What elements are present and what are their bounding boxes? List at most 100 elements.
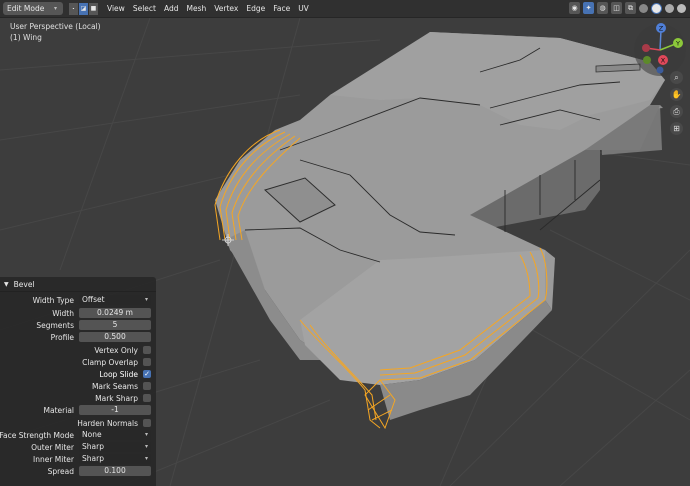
mark-seams-row: Mark Seams bbox=[0, 381, 156, 392]
spread-label: Spread bbox=[47, 467, 74, 476]
face-strength-mode-dropdown[interactable]: None ▾ bbox=[79, 430, 151, 440]
mark-sharp-checkbox[interactable] bbox=[143, 394, 151, 402]
collapse-arrow-icon: ▼ bbox=[4, 280, 9, 288]
menu-view[interactable]: View bbox=[103, 4, 129, 13]
camera-icon: ⎙ bbox=[673, 106, 680, 116]
header-menu: View Select Add Mesh Vertex Edge Face UV bbox=[103, 4, 313, 13]
vertex-only-checkbox[interactable] bbox=[143, 346, 151, 354]
profile-field[interactable]: 0.500 bbox=[79, 332, 151, 342]
face-select-icon[interactable]: ■ bbox=[89, 2, 98, 15]
menu-vertex[interactable]: Vertex bbox=[210, 4, 242, 13]
mesh-wing bbox=[214, 32, 665, 430]
chevron-down-icon: ▾ bbox=[53, 5, 57, 12]
pan-view-button[interactable]: ✋ bbox=[670, 88, 683, 101]
chevron-down-icon: ▾ bbox=[144, 296, 148, 303]
menu-edge[interactable]: Edge bbox=[242, 4, 269, 13]
material-row: Material -1 bbox=[0, 405, 156, 416]
face-strength-mode-label: Face Strength Mode bbox=[0, 431, 74, 440]
harden-normals-row: Harden Normals bbox=[0, 418, 156, 429]
loop-slide-checkbox[interactable]: ✓ bbox=[143, 370, 151, 378]
svg-text:Z: Z bbox=[659, 25, 664, 33]
solid-shading-icon[interactable] bbox=[651, 2, 662, 14]
material-field[interactable]: -1 bbox=[79, 405, 151, 415]
loop-slide-row: Loop Slide ✓ bbox=[0, 369, 156, 380]
inner-miter-value: Sharp bbox=[82, 454, 104, 463]
width-type-dropdown[interactable]: Offset ▾ bbox=[79, 295, 151, 305]
header-right-tools: ◉ ✦ ◍ ◫ ⧉ bbox=[569, 2, 686, 14]
edge-select-icon[interactable]: ◪ bbox=[79, 2, 88, 15]
vertex-only-row: Vertex Only bbox=[0, 345, 156, 356]
clamp-overlap-row: Clamp Overlap bbox=[0, 357, 156, 368]
segments-field[interactable]: 5 bbox=[79, 320, 151, 330]
clamp-overlap-checkbox[interactable] bbox=[143, 358, 151, 366]
segments-label: Segments bbox=[36, 321, 74, 330]
visibility-icon[interactable]: ◉ bbox=[569, 2, 580, 14]
profile-label: Profile bbox=[50, 333, 74, 342]
svg-text:Y: Y bbox=[675, 40, 680, 48]
width-row: Width 0.0249 m bbox=[0, 308, 156, 319]
object-label: (1) Wing bbox=[10, 33, 42, 42]
spread-field[interactable]: 0.100 bbox=[79, 466, 151, 476]
width-type-value: Offset bbox=[82, 295, 105, 304]
material-shading-icon[interactable] bbox=[665, 3, 674, 13]
material-label: Material bbox=[43, 406, 74, 415]
menu-add[interactable]: Add bbox=[160, 4, 183, 13]
menu-mesh[interactable]: Mesh bbox=[182, 4, 210, 13]
chevron-down-icon: ▾ bbox=[144, 455, 148, 462]
menu-face[interactable]: Face bbox=[269, 4, 294, 13]
mark-seams-checkbox[interactable] bbox=[143, 382, 151, 390]
menu-select[interactable]: Select bbox=[129, 4, 160, 13]
clamp-overlap-label: Clamp Overlap bbox=[82, 358, 138, 367]
xray-toggle-icon[interactable]: ◫ bbox=[611, 2, 622, 14]
inner-miter-label: Inner Miter bbox=[33, 455, 74, 464]
gizmo-toggle-icon[interactable]: ✦ bbox=[583, 2, 594, 14]
inner-miter-dropdown[interactable]: Sharp ▾ bbox=[79, 454, 151, 464]
mark-sharp-label: Mark Sharp bbox=[95, 394, 138, 403]
viewport-header: Edit Mode ▾ ⬝ ◪ ■ View Select Add Mesh V… bbox=[0, 0, 690, 18]
bevel-panel-title: Bevel bbox=[13, 279, 35, 289]
outer-miter-dropdown[interactable]: Sharp ▾ bbox=[79, 442, 151, 452]
vertex-only-label: Vertex Only bbox=[94, 346, 138, 355]
harden-normals-checkbox[interactable] bbox=[143, 419, 151, 427]
chevron-down-icon: ▾ bbox=[144, 431, 148, 438]
width-label: Width bbox=[52, 309, 74, 318]
outer-miter-row: Outer Miter Sharp ▾ bbox=[0, 442, 156, 453]
viewport-info: User Perspective (Local) (1) Wing bbox=[10, 21, 101, 43]
harden-normals-label: Harden Normals bbox=[77, 419, 138, 428]
face-strength-mode-value: None bbox=[82, 430, 102, 439]
mode-selector[interactable]: Edit Mode ▾ bbox=[3, 2, 63, 15]
mode-label: Edit Mode bbox=[7, 4, 45, 13]
mesh-overlay-icon[interactable]: ⧉ bbox=[625, 2, 636, 14]
navigation-gizmo[interactable]: Z Y X bbox=[634, 23, 686, 76]
profile-row: Profile 0.500 bbox=[0, 332, 156, 343]
rendered-shading-icon[interactable] bbox=[677, 3, 686, 13]
face-strength-mode-row: Face Strength Mode None ▾ bbox=[0, 430, 156, 441]
perspective-toggle-button[interactable]: ⊞ bbox=[670, 122, 683, 135]
svg-text:X: X bbox=[661, 57, 666, 65]
bevel-operator-panel: ▼ Bevel Width Type Offset ▾ Width 0.0249… bbox=[0, 277, 156, 486]
mark-seams-label: Mark Seams bbox=[91, 382, 138, 391]
segments-row: Segments 5 bbox=[0, 320, 156, 331]
outer-miter-label: Outer Miter bbox=[31, 443, 74, 452]
menu-uv[interactable]: UV bbox=[294, 4, 313, 13]
chevron-down-icon: ▾ bbox=[144, 443, 148, 450]
overlay-toggle-icon[interactable]: ◍ bbox=[597, 2, 608, 14]
inner-miter-row: Inner Miter Sharp ▾ bbox=[0, 454, 156, 465]
width-type-row: Width Type Offset ▾ bbox=[0, 295, 156, 306]
outer-miter-value: Sharp bbox=[82, 442, 104, 451]
wireframe-shading-icon[interactable] bbox=[639, 3, 648, 13]
spread-row: Spread 0.100 bbox=[0, 466, 156, 477]
zoom-icon: ⌕ bbox=[674, 72, 679, 82]
hand-icon: ✋ bbox=[671, 90, 682, 99]
vertex-select-icon[interactable]: ⬝ bbox=[69, 2, 78, 15]
bevel-panel-header[interactable]: ▼ Bevel bbox=[0, 277, 156, 292]
loop-slide-label: Loop Slide bbox=[99, 370, 138, 379]
zoom-view-button[interactable]: ⌕ bbox=[670, 71, 683, 84]
width-field[interactable]: 0.0249 m bbox=[79, 308, 151, 318]
width-type-label: Width Type bbox=[32, 296, 74, 305]
camera-view-button[interactable]: ⎙ bbox=[670, 105, 683, 118]
grid-icon: ⊞ bbox=[673, 124, 680, 133]
select-mode-group: ⬝ ◪ ■ bbox=[69, 2, 99, 15]
perspective-label: User Perspective (Local) bbox=[10, 22, 101, 31]
mark-sharp-row: Mark Sharp bbox=[0, 393, 156, 404]
